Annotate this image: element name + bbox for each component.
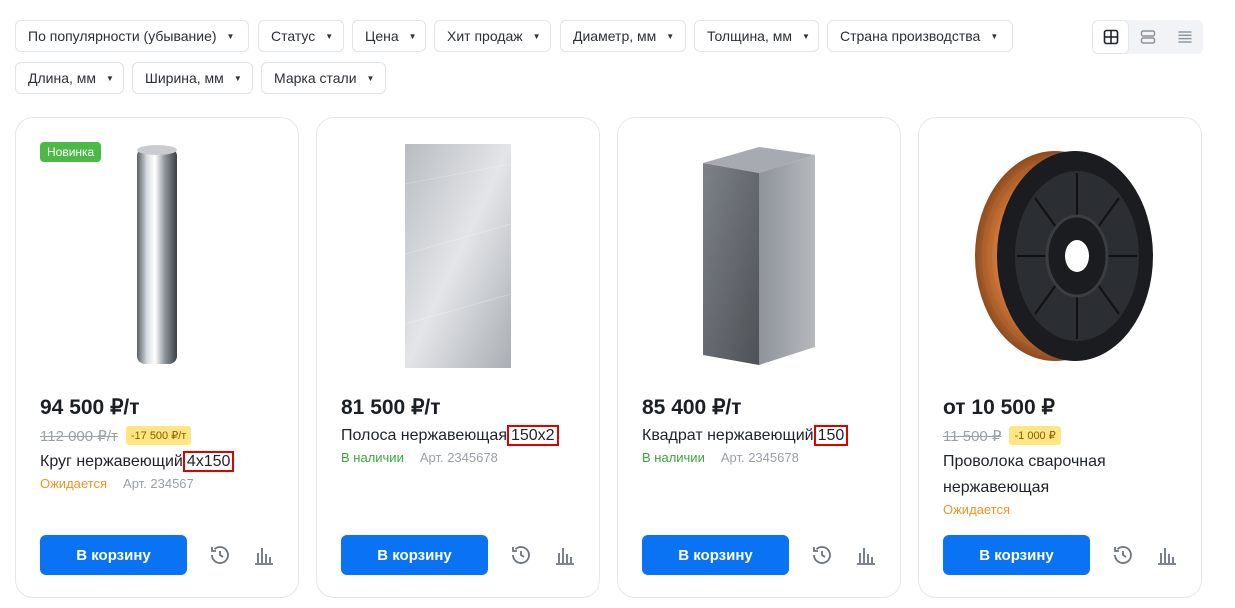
caret-down-icon: ▼ [106,73,114,83]
new-badge: Новинка [40,142,102,162]
steel-rod-image [16,140,298,372]
old-price-row: 112 000 ₽/т -17 500 ₽/т [40,426,192,445]
status-label: Ожидается [40,476,108,491]
old-price: 112 000 ₽/т [40,427,118,445]
compare-icon[interactable] [252,543,276,567]
filter-label: Цена [365,28,399,44]
article-number: Арт. 234567 [123,476,194,491]
welding-wire-spool-image [919,140,1201,372]
compare-icon[interactable] [553,543,577,567]
filter-width[interactable]: Ширина, мм ▼ [132,62,253,94]
article-number: Арт. 2345678 [720,450,799,465]
product-size-highlight: 4x150 [182,451,235,472]
caret-down-icon: ▼ [325,31,334,41]
product-title[interactable]: Полоса нержавеющая 150x2 [341,423,559,449]
status-label: В наличии [341,450,404,465]
filter-length[interactable]: Длина, мм ▼ [15,62,124,94]
add-to-cart-button[interactable]: В корзину [943,535,1090,575]
caret-down-icon: ▼ [366,73,375,83]
old-price-row: 11 500 ₽ -1 000 ₽ [943,426,1061,445]
product-price: 81 500 ₽/т [341,396,441,419]
filter-label: Марка стали [274,70,357,86]
filter-label: Страна производства [840,28,981,44]
product-price: 85 400 ₽/т [642,396,742,419]
view-switch [1092,20,1203,54]
product-meta: Ожидается [943,502,1010,517]
product-price: от 10 500 ₽ [943,396,1055,419]
caret-down-icon: ▼ [990,31,999,41]
product-meta: Ожидается Арт. 234567 [40,476,194,491]
product-title[interactable]: Квадрат нержавеющий 150 [642,423,849,449]
product-title-text: Круг нержавеющий [40,453,183,470]
product-title-text: Квадрат нержавеющий [642,427,814,444]
filter-label: Толщина, мм [707,28,792,44]
product-card[interactable]: 81 500 ₽/т Полоса нержавеющая 150x2 В нал… [316,117,600,598]
product-title[interactable]: Проволока сварочная нержавеющая [943,449,1173,501]
filter-label: Хит продаж [447,28,523,44]
compact-list-icon[interactable] [1166,20,1203,54]
caret-down-icon: ▼ [532,31,541,41]
filter-diameter[interactable]: Диаметр, мм ▼ [560,20,686,52]
product-title[interactable]: Круг нержавеющий 4x150 [40,449,235,475]
compare-icon[interactable] [854,543,878,567]
price-history-icon[interactable] [509,543,533,567]
add-to-cart-button[interactable]: В корзину [642,535,789,575]
filter-country[interactable]: Страна производства ▼ [827,20,1013,52]
sort-dropdown[interactable]: По популярности (убывание) ▼ [15,20,249,52]
product-meta: В наличии Арт. 2345678 [341,450,498,465]
filter-thickness[interactable]: Толщина, мм ▼ [694,20,819,52]
status-label: В наличии [642,450,705,465]
product-card[interactable]: от 10 500 ₽ 11 500 ₽ -1 000 ₽ Проволока … [918,117,1202,598]
grid-view-icon[interactable] [1092,20,1129,54]
add-to-cart-button[interactable]: В корзину [341,535,488,575]
sort-label: По популярности (убывание) [28,28,217,44]
product-title-text: Полоса нержавеющая [341,427,507,444]
filter-label: Длина, мм [28,70,97,86]
product-price: 94 500 ₽/т [40,396,140,419]
filter-status[interactable]: Статус ▼ [258,20,344,52]
caret-down-icon: ▼ [408,31,417,41]
compare-icon[interactable] [1155,543,1179,567]
discount-badge: -17 500 ₽/т [125,426,192,445]
filter-label: Статус [271,28,316,44]
caret-down-icon: ▼ [802,31,810,41]
caret-down-icon: ▼ [666,31,675,41]
product-size-highlight: 150x2 [506,425,559,446]
filter-label: Ширина, мм [145,70,224,86]
caret-down-icon: ▼ [233,73,242,83]
price-history-icon[interactable] [208,543,232,567]
filter-price[interactable]: Цена ▼ [352,20,426,52]
list-view-icon[interactable] [1129,20,1166,54]
product-size-highlight: 150 [813,425,849,446]
filter-bestseller[interactable]: Хит продаж ▼ [434,20,551,52]
discount-badge: -1 000 ₽ [1009,426,1061,445]
steel-strip-image [317,140,599,372]
product-card[interactable]: 85 400 ₽/т Квадрат нержавеющий 150 В нали… [617,117,901,598]
filter-label: Диаметр, мм [573,28,657,44]
article-number: Арт. 2345678 [419,450,498,465]
product-meta: В наличии Арт. 2345678 [642,450,799,465]
price-history-icon[interactable] [810,543,834,567]
steel-square-bar-image [618,140,900,372]
price-history-icon[interactable] [1111,543,1135,567]
status-label: Ожидается [943,502,1011,517]
add-to-cart-button[interactable]: В корзину [40,535,187,575]
filter-steel-grade[interactable]: Марка стали ▼ [261,62,386,94]
product-card[interactable]: Новинка 94 500 ₽/т 112 000 ₽/т -17 500 ₽… [15,117,299,598]
old-price: 11 500 ₽ [943,427,1002,445]
caret-down-icon: ▼ [226,31,235,41]
